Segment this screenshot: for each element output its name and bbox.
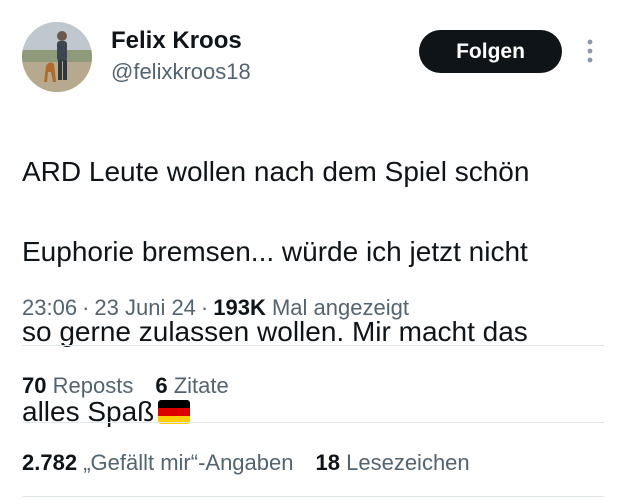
bookmarks-label: Lesezeichen xyxy=(346,450,470,475)
divider xyxy=(22,496,604,497)
bookmarks-count: 18 xyxy=(315,450,340,475)
follow-button[interactable]: Folgen xyxy=(419,30,562,73)
likes-label: „Gefällt mir“-Angaben xyxy=(83,450,294,475)
quotes-label: Zitate xyxy=(173,373,229,398)
divider xyxy=(22,345,604,346)
divider xyxy=(22,422,604,423)
quotes-count: 6 xyxy=(155,373,168,398)
engagement-stats-row: 2.782 „Gefällt mir“-Angaben 18 Lesezeiche… xyxy=(22,449,470,477)
tweet-date[interactable]: 23 Juni 24 xyxy=(94,295,196,320)
likes-count: 2.782 xyxy=(22,450,78,475)
user-display-name[interactable]: Felix Kroos xyxy=(111,27,242,55)
reposts-stat[interactable]: 70 Reposts xyxy=(22,373,133,398)
tweet-time[interactable]: 23:06 xyxy=(22,295,77,320)
reposts-count: 70 xyxy=(22,373,47,398)
profile-photo-icon xyxy=(22,22,92,92)
views-count[interactable]: 193K xyxy=(213,295,266,320)
reposts-label: Reposts xyxy=(52,373,134,398)
quotes-stat[interactable]: 6 Zitate xyxy=(155,373,228,398)
views-label: Mal angezeigt xyxy=(271,295,409,320)
tweet-line: Euphorie bremsen... würde ich jetzt nich… xyxy=(22,236,528,267)
user-handle[interactable]: @felixkroos18 xyxy=(111,59,251,85)
more-vertical-icon[interactable] xyxy=(580,38,600,64)
tweet-line: ARD Leute wollen nach dem Spiel schön xyxy=(22,156,530,187)
tweet-text: ARD Leute wollen nach dem Spiel schön Eu… xyxy=(22,112,614,472)
meta-separator: · xyxy=(82,295,90,320)
tweet-meta: 23:06 · 23 Juni 24 · 193K Mal angezeigt xyxy=(22,294,409,322)
avatar[interactable] xyxy=(22,22,92,92)
engagement-stats-row: 70 Reposts 6 Zitate xyxy=(22,372,229,400)
bookmarks-stat[interactable]: 18 Lesezeichen xyxy=(316,450,470,475)
meta-separator: · xyxy=(200,295,209,320)
likes-stat[interactable]: 2.782 „Gefällt mir“-Angaben xyxy=(22,450,294,475)
germany-flag-icon xyxy=(158,400,191,424)
